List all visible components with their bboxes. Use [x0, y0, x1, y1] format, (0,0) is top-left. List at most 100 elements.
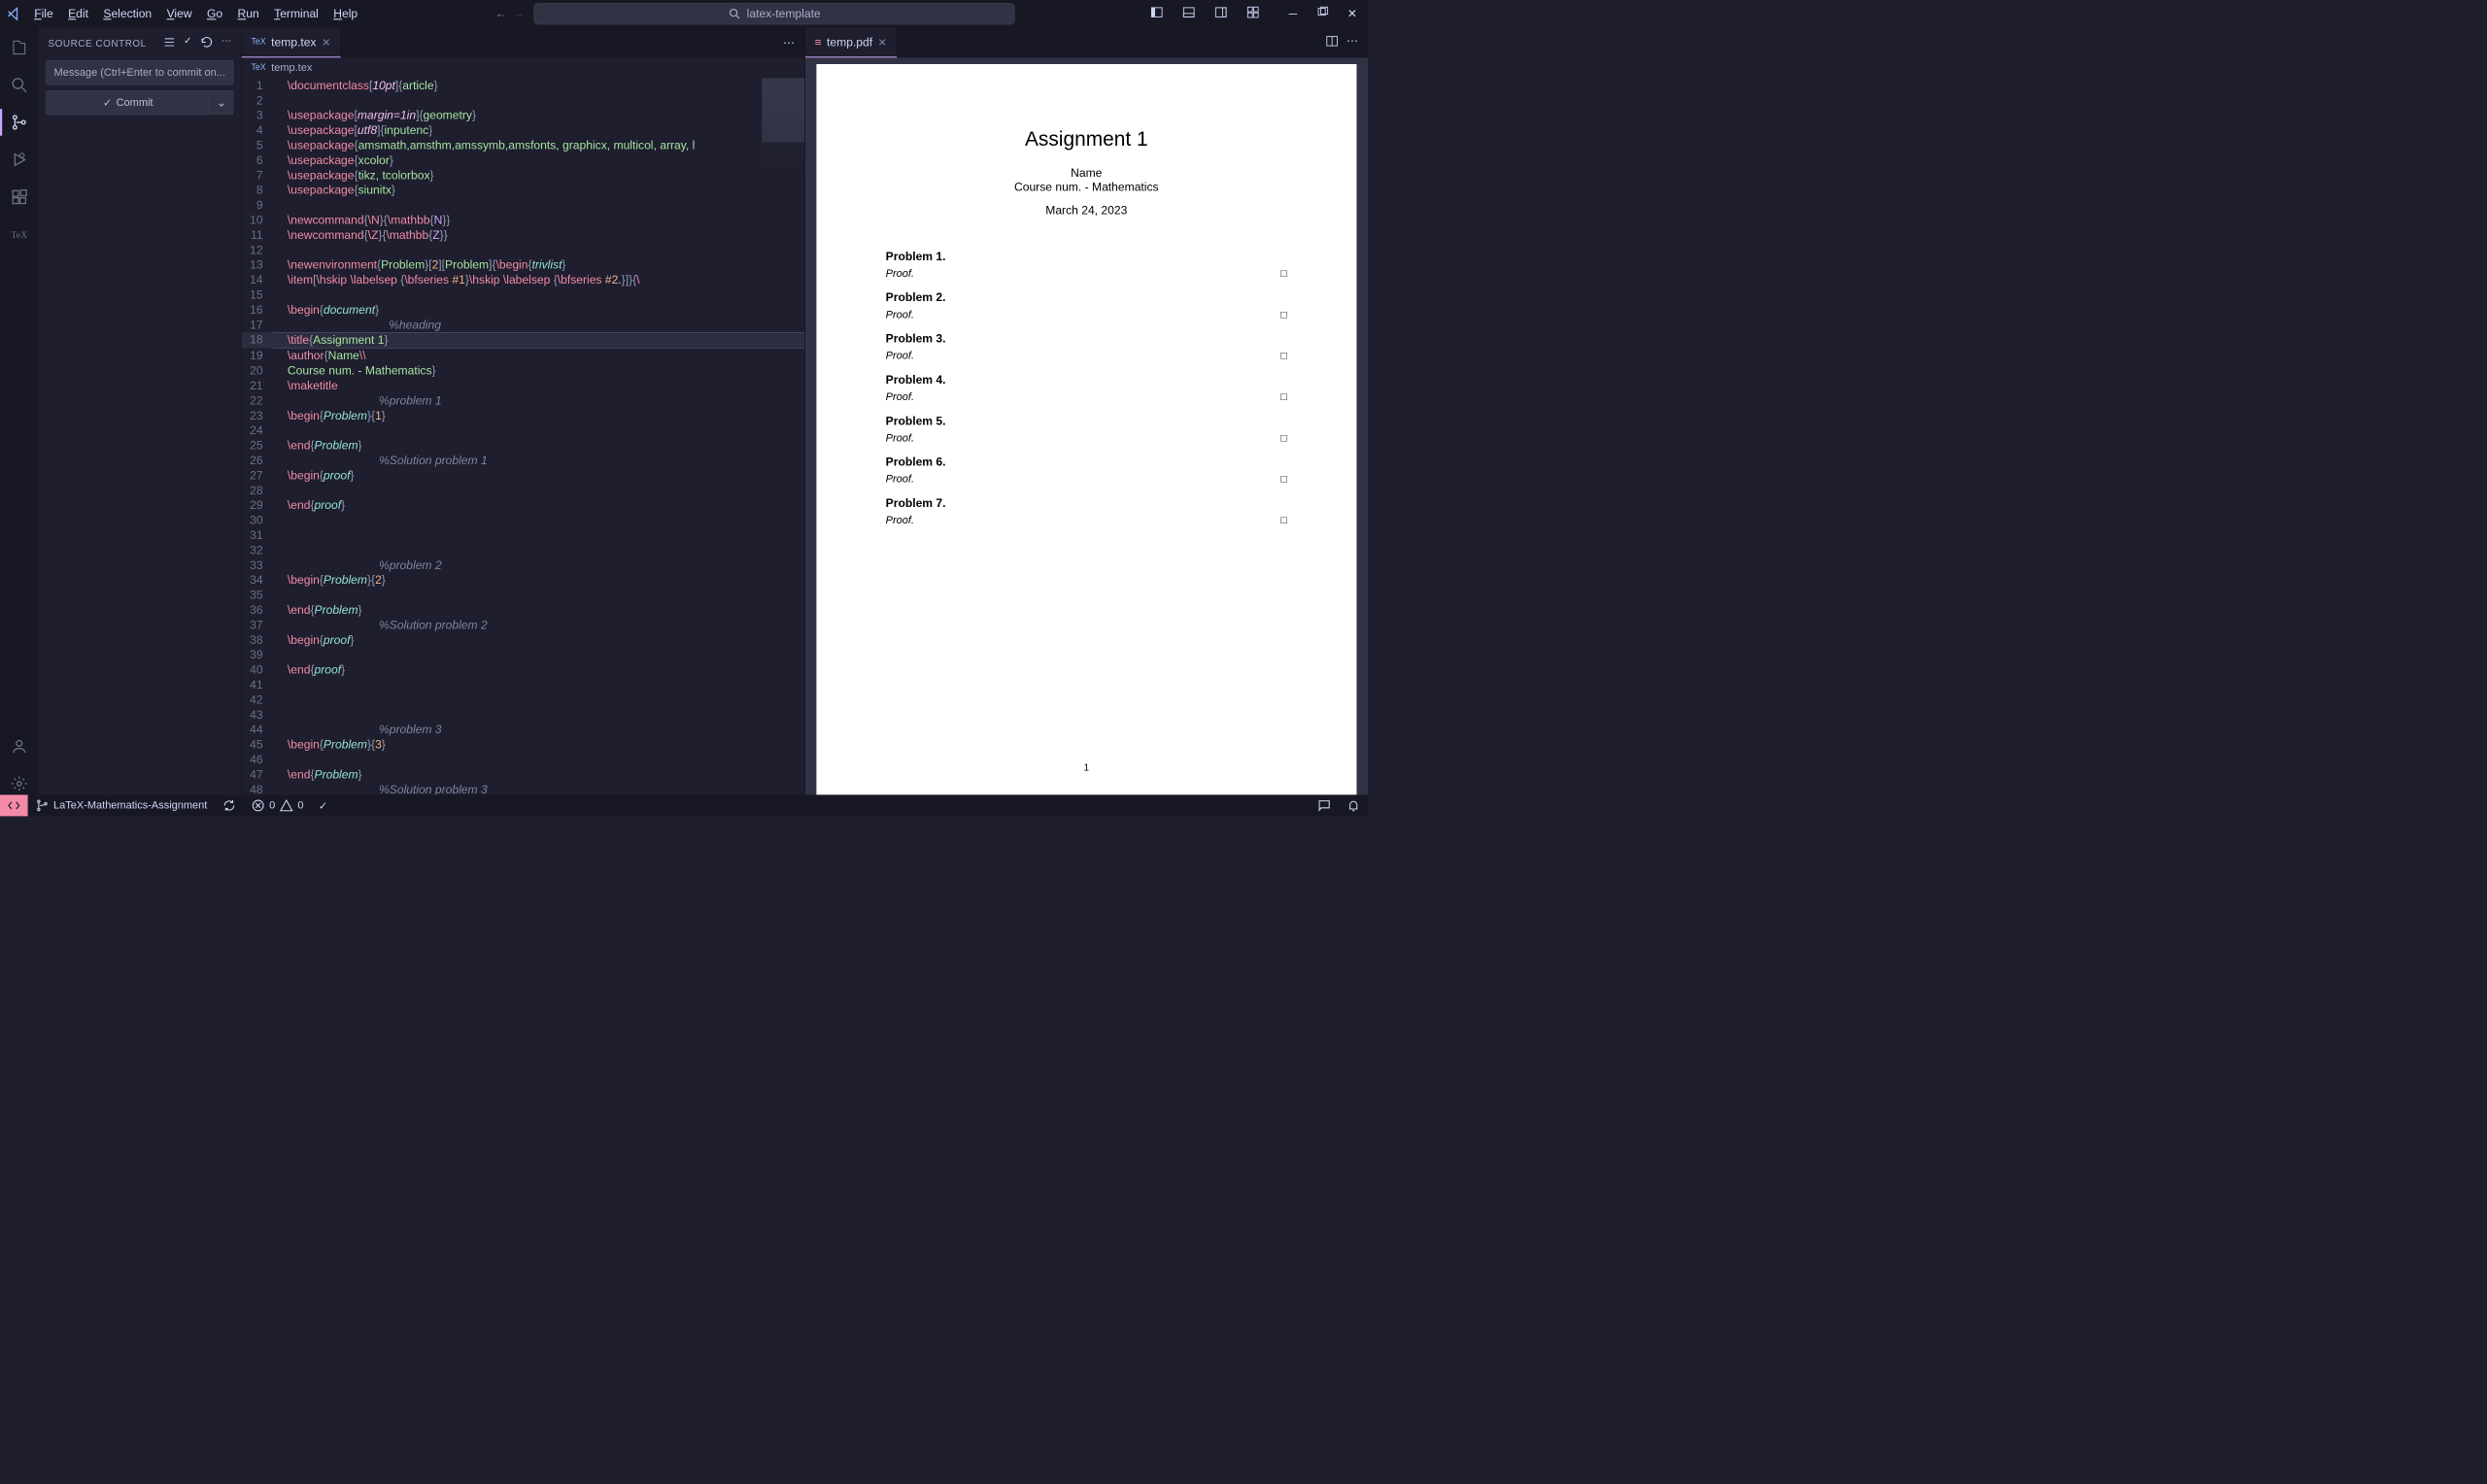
- editor-more-actions-icon[interactable]: ⋯: [1346, 34, 1358, 51]
- code-line[interactable]: 4\usepackage[utf8]{inputenc}: [242, 123, 804, 138]
- commit-button[interactable]: ✓Commit: [46, 90, 210, 115]
- commit-check-icon[interactable]: ✓: [184, 35, 192, 51]
- code-line[interactable]: 45\begin{Problem}{3}: [242, 737, 804, 752]
- run-debug-icon[interactable]: [8, 149, 30, 171]
- code-line[interactable]: 7\usepackage{tikz, tcolorbox}: [242, 168, 804, 183]
- code-line[interactable]: 36\end{Problem}: [242, 602, 804, 617]
- build-status[interactable]: ✓: [311, 799, 335, 813]
- code-line[interactable]: 31: [242, 527, 804, 542]
- minimize-icon[interactable]: ─: [1284, 5, 1301, 23]
- code-line[interactable]: 44 %problem 3: [242, 723, 804, 737]
- split-editor-icon[interactable]: [1325, 34, 1339, 51]
- menu-edit[interactable]: Edit: [62, 5, 95, 23]
- code-line[interactable]: 12: [242, 243, 804, 257]
- close-icon[interactable]: ✕: [1343, 5, 1361, 23]
- code-line[interactable]: 21\maketitle: [242, 378, 804, 392]
- code-line[interactable]: 6\usepackage{xcolor}: [242, 152, 804, 167]
- tex-icon[interactable]: TeX: [8, 223, 30, 246]
- code-line[interactable]: 30: [242, 513, 804, 527]
- source-control-icon[interactable]: [8, 111, 30, 133]
- minimap-viewport[interactable]: [762, 78, 804, 142]
- tab-close-icon[interactable]: ✕: [322, 36, 330, 50]
- code-line[interactable]: 39: [242, 648, 804, 662]
- code-line[interactable]: 15: [242, 287, 804, 302]
- code-line[interactable]: 32: [242, 543, 804, 557]
- problems-status[interactable]: 0 0: [244, 798, 311, 812]
- menu-help[interactable]: Help: [327, 5, 364, 23]
- code-line[interactable]: 37 %Solution problem 2: [242, 618, 804, 632]
- more-actions-icon[interactable]: ⋯: [221, 35, 231, 51]
- code-line[interactable]: 20Course num. - Mathematics}: [242, 363, 804, 378]
- code-line[interactable]: 24: [242, 423, 804, 438]
- code-line[interactable]: 2: [242, 93, 804, 108]
- nav-back-icon[interactable]: ←: [495, 7, 507, 20]
- code-line[interactable]: 9: [242, 198, 804, 213]
- code-line[interactable]: 3\usepackage[margin=1in]{geometry}: [242, 108, 804, 122]
- remote-indicator[interactable]: [0, 794, 28, 816]
- layout-sidebar-left-icon[interactable]: [1145, 3, 1168, 24]
- code-line[interactable]: 41: [242, 677, 804, 691]
- code-line[interactable]: 29\end{proof}: [242, 498, 804, 513]
- refresh-icon[interactable]: [200, 35, 214, 51]
- code-line[interactable]: 35: [242, 588, 804, 602]
- code-line[interactable]: 26 %Solution problem 1: [242, 453, 804, 467]
- code-line[interactable]: 18\title{Assignment 1}: [242, 332, 804, 349]
- view-as-tree-icon[interactable]: [162, 35, 176, 51]
- breadcrumb[interactable]: TeX temp.tex: [242, 57, 804, 78]
- code-line[interactable]: 25\end{Problem}: [242, 438, 804, 453]
- menu-file[interactable]: File: [28, 5, 60, 23]
- extensions-icon[interactable]: [8, 186, 30, 208]
- settings-gear-icon[interactable]: [8, 772, 30, 794]
- maximize-icon[interactable]: [1311, 3, 1333, 24]
- command-center-search[interactable]: latex-template: [533, 3, 1014, 24]
- menu-terminal[interactable]: Terminal: [268, 5, 325, 23]
- editor-more-actions-icon[interactable]: ⋯: [783, 36, 795, 50]
- code-line[interactable]: 14\item[\hskip \labelsep {\bfseries #1}\…: [242, 273, 804, 287]
- customize-layout-icon[interactable]: [1242, 3, 1264, 24]
- tab-close-icon[interactable]: ✕: [878, 36, 887, 50]
- git-branch-status[interactable]: LaTeX-Mathematics-Assignment: [28, 798, 215, 812]
- code-line[interactable]: 33 %problem 2: [242, 557, 804, 572]
- code-line[interactable]: 40\end{proof}: [242, 662, 804, 677]
- code-editor[interactable]: 1\documentclass[10pt]{article}23\usepack…: [242, 78, 804, 794]
- code-line[interactable]: 47\end{Problem}: [242, 767, 804, 782]
- feedback-icon[interactable]: [1311, 798, 1340, 812]
- code-line[interactable]: 42: [242, 692, 804, 707]
- sync-status[interactable]: [215, 798, 244, 812]
- code-line[interactable]: 11\newcommand{\Z}{\mathbb{Z}}: [242, 227, 804, 242]
- notifications-icon[interactable]: [1339, 798, 1368, 812]
- menu-selection[interactable]: Selection: [97, 5, 158, 23]
- code-line[interactable]: 28: [242, 483, 804, 497]
- code-content: \end{Problem}: [273, 767, 805, 782]
- layout-panel-icon[interactable]: [1177, 3, 1200, 24]
- menu-view[interactable]: View: [160, 5, 198, 23]
- code-line[interactable]: 38\begin{proof}: [242, 632, 804, 647]
- explorer-icon[interactable]: [8, 36, 30, 58]
- commit-dropdown[interactable]: ⌄: [210, 90, 233, 115]
- code-line[interactable]: 46: [242, 752, 804, 766]
- code-line[interactable]: 10\newcommand{\N}{\mathbb{N}}: [242, 213, 804, 227]
- code-line[interactable]: 16\begin{document}: [242, 302, 804, 317]
- code-line[interactable]: 48 %Solution problem 3: [242, 782, 804, 794]
- pdf-viewer[interactable]: Assignment 1 Name Course num. - Mathemat…: [805, 57, 1368, 794]
- code-line[interactable]: 34\begin{Problem}{2}: [242, 573, 804, 588]
- commit-message-input[interactable]: Message (Ctrl+Enter to commit on...: [46, 60, 233, 84]
- account-icon[interactable]: [8, 735, 30, 758]
- code-line[interactable]: 23\begin{Problem}{1}: [242, 408, 804, 422]
- code-line[interactable]: 17 %heading: [242, 318, 804, 332]
- code-line[interactable]: 1\documentclass[10pt]{article}: [242, 78, 804, 92]
- code-line[interactable]: 8\usepackage{siunitx}: [242, 183, 804, 197]
- menu-go[interactable]: Go: [200, 5, 228, 23]
- code-line[interactable]: 22 %problem 1: [242, 393, 804, 408]
- code-line[interactable]: 19\author{Name\\: [242, 349, 804, 363]
- search-icon[interactable]: [8, 74, 30, 96]
- code-line[interactable]: 13\newenvironment{Problem}[2][Problem]{\…: [242, 257, 804, 272]
- nav-forward-icon[interactable]: →: [513, 7, 525, 20]
- code-line[interactable]: 43: [242, 707, 804, 722]
- tab-temp-tex[interactable]: TeX temp.tex ✕: [242, 28, 341, 58]
- code-line[interactable]: 27\begin{proof}: [242, 468, 804, 483]
- layout-sidebar-right-icon[interactable]: [1209, 3, 1232, 24]
- menu-run[interactable]: Run: [231, 5, 265, 23]
- tab-temp-pdf[interactable]: ≡ temp.pdf ✕: [805, 28, 898, 58]
- code-line[interactable]: 5\usepackage{amsmath,amsthm,amssymb,amsf…: [242, 138, 804, 152]
